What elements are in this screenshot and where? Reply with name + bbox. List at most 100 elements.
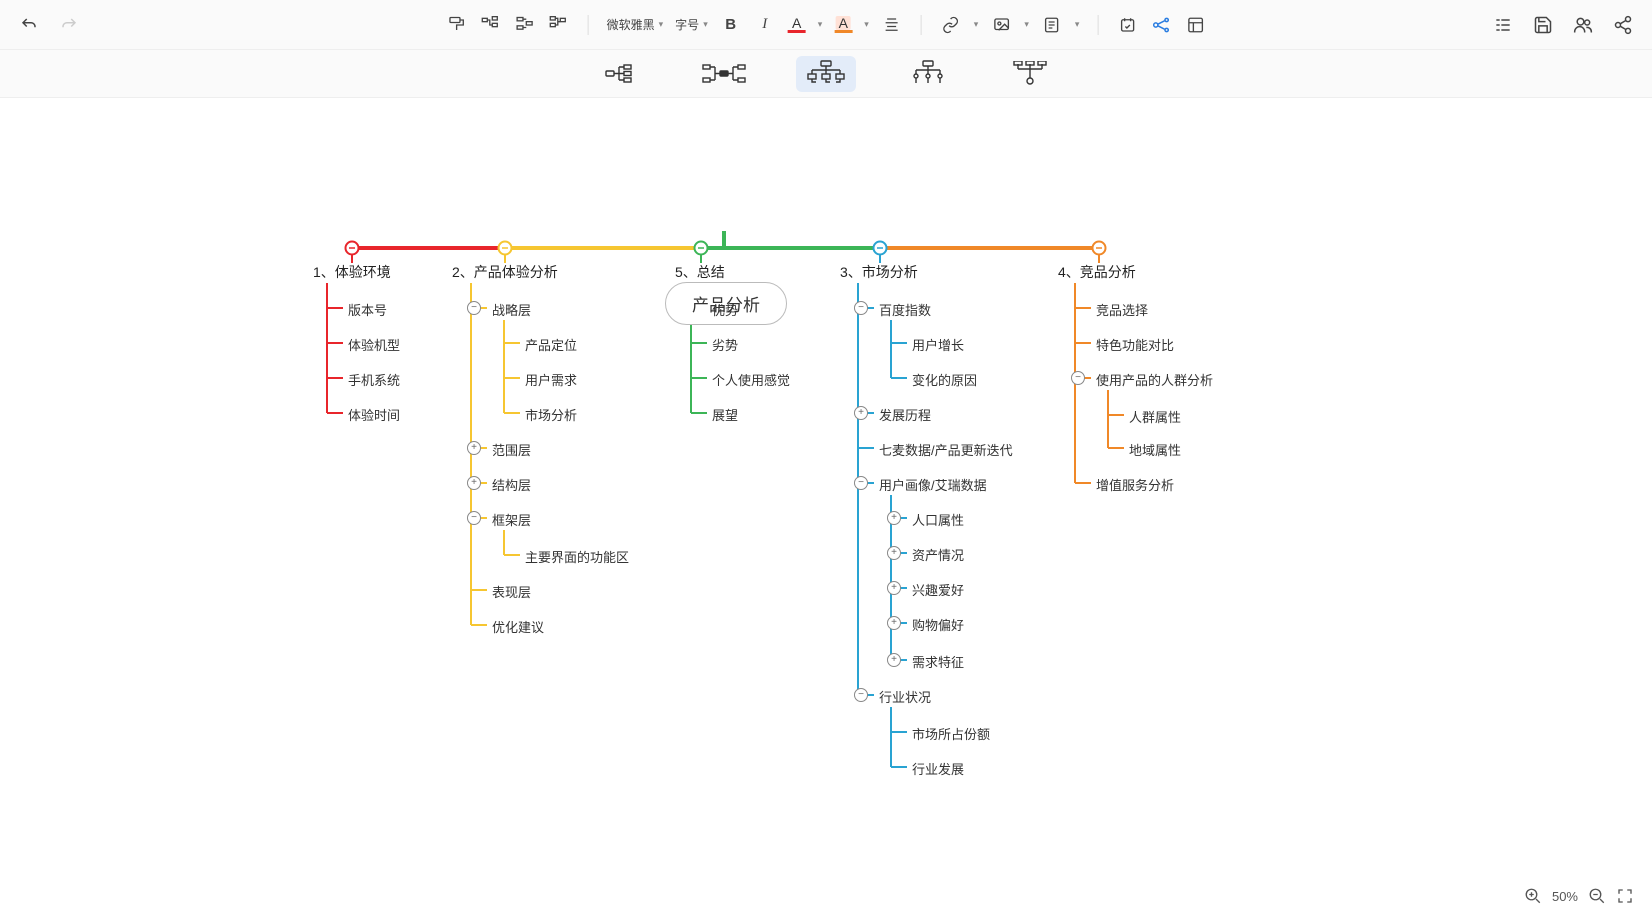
branch-title-3[interactable]: 5、总结	[675, 262, 725, 282]
redo-button[interactable]	[58, 14, 80, 36]
node[interactable]: 主要界面的功能区	[525, 547, 629, 566]
node[interactable]: 用户画像/艾瑞数据	[879, 475, 987, 494]
caret-down-icon[interactable]: ▾	[818, 19, 823, 30]
bold-button[interactable]: B	[720, 14, 742, 36]
mindmap-canvas[interactable]: 产品分析 1、体验环境 2、产品体验分析 5、总结 3、市场分析 4、竞品分析 …	[0, 98, 1652, 917]
toggle-expand[interactable]: +	[854, 406, 868, 420]
structure-both-sides-button[interactable]	[694, 56, 754, 92]
save-button[interactable]	[1532, 14, 1554, 36]
node[interactable]: 用户增长	[912, 335, 964, 354]
toggle-expand[interactable]: +	[467, 441, 481, 455]
node[interactable]: 七麦数据/产品更新迭代	[879, 440, 1013, 459]
toggle-collapse[interactable]: −	[467, 301, 481, 315]
layout-button[interactable]	[1184, 14, 1206, 36]
node[interactable]: 战略层	[492, 300, 531, 319]
node[interactable]: 使用产品的人群分析	[1096, 370, 1213, 389]
italic-button[interactable]: I	[754, 14, 776, 36]
node[interactable]: 购物偏好	[912, 615, 964, 634]
node[interactable]: 兴趣爱好	[912, 580, 964, 599]
node[interactable]: 个人使用感觉	[712, 370, 790, 389]
node[interactable]: 地域属性	[1129, 440, 1181, 459]
node[interactable]: 百度指数	[879, 300, 931, 319]
font-size-selector[interactable]: 字号 ▾	[675, 16, 708, 33]
undo-button[interactable]	[18, 14, 40, 36]
structure-right-tree-button[interactable]	[592, 56, 652, 92]
fill-color-button[interactable]: A	[834, 16, 852, 33]
mindmap-mode-button[interactable]	[1150, 14, 1172, 36]
insert-child-icon[interactable]	[480, 14, 502, 36]
collaborators-button[interactable]	[1572, 14, 1594, 36]
node[interactable]: 市场分析	[525, 405, 577, 424]
format-painter-icon[interactable]	[446, 14, 468, 36]
share-button[interactable]	[1612, 14, 1634, 36]
node[interactable]: 范围层	[492, 440, 531, 459]
toggle-expand[interactable]: +	[887, 653, 901, 667]
toggle-expand[interactable]: +	[887, 511, 901, 525]
node[interactable]: 人群属性	[1129, 407, 1181, 426]
outline-button[interactable]	[1492, 14, 1514, 36]
node[interactable]: 行业状况	[879, 687, 931, 706]
node[interactable]: 体验时间	[348, 405, 400, 424]
caret-down-icon[interactable]: ▾	[974, 19, 979, 30]
align-button[interactable]	[881, 14, 903, 36]
node[interactable]: 需求特征	[912, 652, 964, 671]
toggle-expand[interactable]: +	[887, 581, 901, 595]
node[interactable]: 发展历程	[879, 405, 931, 424]
insert-sibling-icon[interactable]	[514, 14, 536, 36]
image-button[interactable]	[990, 14, 1012, 36]
caret-down-icon[interactable]: ▾	[1024, 19, 1029, 30]
caret-down-icon[interactable]: ▾	[1075, 19, 1080, 30]
font-color-button[interactable]: A	[788, 16, 806, 33]
link-button[interactable]	[940, 14, 962, 36]
node[interactable]: 表现层	[492, 582, 531, 601]
toolbar-separator	[1097, 15, 1098, 35]
zoom-in-button[interactable]	[1524, 887, 1542, 905]
zoom-out-button[interactable]	[1588, 887, 1606, 905]
node[interactable]: 体验机型	[348, 335, 400, 354]
node[interactable]: 结构层	[492, 475, 531, 494]
toggle-expand[interactable]: +	[467, 476, 481, 490]
toggle-expand[interactable]: +	[887, 616, 901, 630]
node[interactable]: 手机系统	[348, 370, 400, 389]
caret-down-icon: ▾	[659, 19, 664, 30]
node[interactable]: 用户需求	[525, 370, 577, 389]
font-family-selector[interactable]: 微软雅黑 ▾	[607, 16, 664, 33]
node[interactable]: 产品定位	[525, 335, 577, 354]
node[interactable]: 框架层	[492, 510, 531, 529]
node[interactable]: 竞品选择	[1096, 300, 1148, 319]
branch-title-4[interactable]: 3、市场分析	[840, 262, 918, 282]
note-button[interactable]	[1041, 14, 1063, 36]
toggle-collapse[interactable]: −	[854, 476, 868, 490]
node[interactable]: 特色功能对比	[1096, 335, 1174, 354]
node[interactable]: 优势	[712, 300, 738, 319]
fullscreen-button[interactable]	[1616, 887, 1634, 905]
node[interactable]: 变化的原因	[912, 370, 977, 389]
insert-parent-icon[interactable]	[548, 14, 570, 36]
node[interactable]: 展望	[712, 405, 738, 424]
toggle-collapse[interactable]: −	[467, 511, 481, 525]
branch-title-1[interactable]: 1、体验环境	[313, 262, 391, 282]
node[interactable]: 市场所占份额	[912, 724, 990, 743]
node[interactable]: 资产情况	[912, 545, 964, 564]
toggle-collapse[interactable]: −	[854, 301, 868, 315]
task-button[interactable]	[1116, 14, 1138, 36]
structure-org-chart-button[interactable]	[796, 56, 856, 92]
node[interactable]: 增值服务分析	[1096, 475, 1174, 494]
toggle-collapse[interactable]: −	[854, 688, 868, 702]
zoom-controls: 50%	[1524, 887, 1634, 905]
caret-down-icon: ▾	[703, 19, 708, 30]
node[interactable]: 劣势	[712, 335, 738, 354]
structure-tree-down-button[interactable]	[898, 56, 958, 92]
toolbar-separator	[588, 15, 589, 35]
node[interactable]: 版本号	[348, 300, 387, 319]
toggle-collapse[interactable]: −	[1071, 371, 1085, 385]
structure-fishbone-button[interactable]	[1000, 56, 1060, 92]
node[interactable]: 行业发展	[912, 759, 964, 778]
node[interactable]: 人口属性	[912, 510, 964, 529]
zoom-percent-label[interactable]: 50%	[1552, 889, 1578, 904]
branch-title-5[interactable]: 4、竞品分析	[1058, 262, 1136, 282]
caret-down-icon[interactable]: ▾	[864, 19, 869, 30]
toggle-expand[interactable]: +	[887, 546, 901, 560]
branch-title-2[interactable]: 2、产品体验分析	[452, 262, 558, 282]
node[interactable]: 优化建议	[492, 617, 544, 636]
